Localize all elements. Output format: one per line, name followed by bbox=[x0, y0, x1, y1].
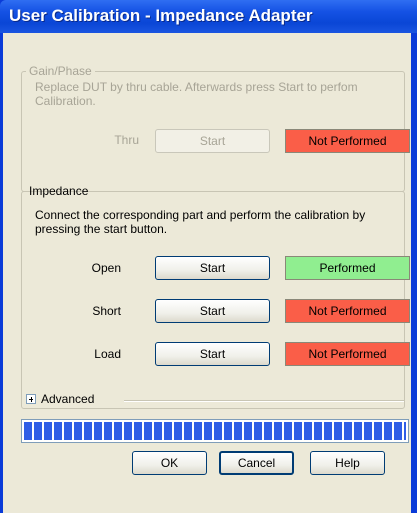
gain-phase-description: Replace DUT by thru cable. Afterwards pr… bbox=[35, 80, 358, 108]
gain-phase-legend: Gain/Phase bbox=[29, 64, 92, 78]
calibration-dialog: User Calibration - Impedance Adapter Gai… bbox=[0, 0, 417, 513]
advanced-section: Advanced bbox=[26, 392, 406, 408]
open-status-badge: Performed bbox=[285, 256, 410, 280]
thru-label: Thru bbox=[114, 133, 139, 147]
load-label: Load bbox=[94, 347, 121, 361]
load-start-button[interactable]: Start bbox=[155, 342, 270, 366]
advanced-divider bbox=[124, 400, 404, 402]
short-label: Short bbox=[92, 304, 121, 318]
window-title: User Calibration - Impedance Adapter bbox=[9, 6, 313, 25]
dialog-client-area: Gain/Phase Replace DUT by thru cable. Af… bbox=[3, 33, 411, 513]
advanced-label[interactable]: Advanced bbox=[41, 392, 94, 406]
help-button[interactable]: Help bbox=[310, 451, 385, 475]
open-label: Open bbox=[91, 261, 121, 275]
expand-plus-icon[interactable] bbox=[26, 394, 36, 404]
cancel-button[interactable]: Cancel bbox=[219, 451, 294, 475]
thru-status-badge: Not Performed bbox=[285, 129, 410, 153]
impedance-legend: Impedance bbox=[29, 184, 89, 198]
short-start-button[interactable]: Start bbox=[155, 299, 270, 323]
ok-button[interactable]: OK bbox=[132, 451, 207, 475]
calibration-progress-bar bbox=[21, 419, 409, 443]
impedance-description: Connect the corresponding part and perfo… bbox=[35, 208, 366, 236]
progress-fill bbox=[24, 422, 406, 440]
open-start-button[interactable]: Start bbox=[155, 256, 270, 280]
short-status-badge: Not Performed bbox=[285, 299, 410, 323]
thru-start-button[interactable]: Start bbox=[155, 129, 270, 153]
title-bar[interactable]: User Calibration - Impedance Adapter bbox=[0, 0, 417, 33]
load-status-badge: Not Performed bbox=[285, 342, 410, 366]
